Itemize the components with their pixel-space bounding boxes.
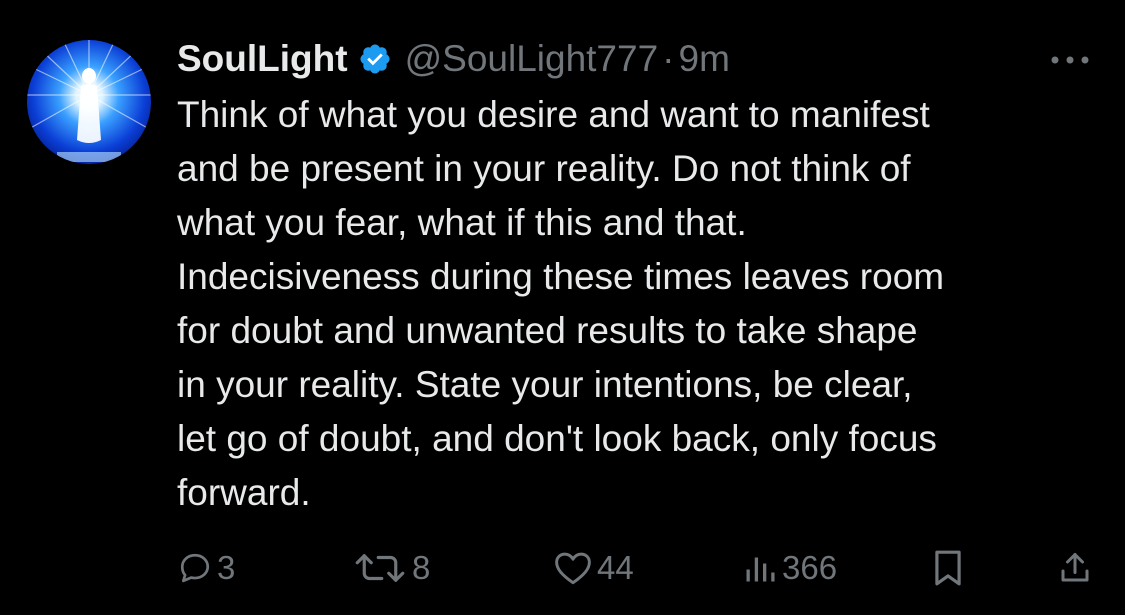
retweet-button[interactable]: 8 bbox=[352, 540, 430, 596]
like-button[interactable]: 44 bbox=[553, 540, 634, 596]
more-horizontal-icon bbox=[1051, 56, 1089, 64]
heart-icon bbox=[555, 552, 591, 585]
reply-button[interactable]: 3 bbox=[177, 540, 235, 596]
retweet-icon bbox=[355, 554, 405, 582]
views-bar-chart-icon bbox=[746, 557, 775, 582]
retweet-count: 8 bbox=[412, 549, 431, 586]
tweet-header: SoulLight @SoulLight777 · 9m bbox=[177, 34, 730, 84]
views-button[interactable]: 366 bbox=[742, 540, 837, 596]
like-count: 44 bbox=[597, 549, 634, 586]
timestamp[interactable]: 9m bbox=[679, 38, 730, 80]
reply-bubble-icon bbox=[180, 553, 210, 583]
glowing-figure-avatar-icon bbox=[27, 40, 151, 164]
reply-count: 3 bbox=[217, 549, 236, 586]
header-separator: · bbox=[662, 38, 675, 79]
display-name[interactable]: SoulLight bbox=[177, 38, 348, 80]
share-icon bbox=[1061, 553, 1089, 582]
tweet-card[interactable]: SoulLight @SoulLight777 · 9m Think of wh… bbox=[0, 0, 1125, 615]
action-bar: 3 8 44 366 bbox=[0, 540, 1125, 596]
views-count: 366 bbox=[782, 549, 838, 586]
more-options-button[interactable] bbox=[1045, 50, 1095, 70]
tweet-text: Think of what you desire and want to man… bbox=[177, 94, 945, 513]
bookmark-icon bbox=[935, 550, 961, 586]
verified-badge-icon bbox=[358, 42, 392, 76]
bookmark-button[interactable] bbox=[932, 540, 964, 596]
avatar[interactable] bbox=[27, 40, 151, 164]
share-button[interactable] bbox=[1057, 540, 1093, 596]
user-handle[interactable]: @SoulLight777 bbox=[405, 38, 659, 80]
